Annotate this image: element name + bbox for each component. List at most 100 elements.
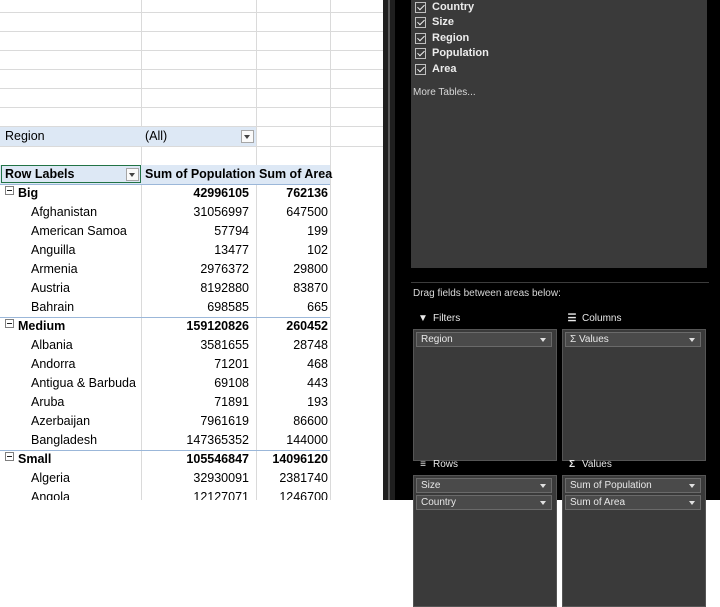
- row-gridline: [0, 12, 383, 13]
- pivot-item-row[interactable]: Antigua & Barbuda 69108 443: [0, 374, 383, 393]
- pivot-item-row[interactable]: Aruba 71891 193: [0, 393, 383, 412]
- filter-dropdown-icon[interactable]: [241, 130, 254, 143]
- collapse-icon[interactable]: [5, 186, 14, 195]
- area-value: 2381740: [279, 471, 328, 485]
- group-area: 260452: [286, 319, 328, 333]
- area-label: Filters: [433, 313, 461, 324]
- pivot-group-row[interactable]: Medium 159120826 260452: [0, 317, 383, 336]
- checkbox-checked-icon[interactable]: [415, 17, 426, 28]
- country-label: Azerbaijan: [31, 414, 91, 428]
- population-value: 31056997: [193, 205, 249, 219]
- country-label: Bahrain: [31, 300, 75, 314]
- country-label: Austria: [31, 281, 70, 295]
- row-gridline: [0, 31, 383, 32]
- values-item-sum-population[interactable]: Sum of Population: [565, 478, 701, 493]
- population-value: 698585: [207, 300, 249, 314]
- country-label: Algeria: [31, 471, 70, 485]
- field-label: Region: [432, 32, 470, 44]
- population-value: 147365352: [186, 433, 249, 447]
- row-gridline: [0, 146, 383, 147]
- population-value: 57794: [214, 224, 249, 238]
- drag-instructions: Drag fields between areas below:: [413, 288, 561, 299]
- group-label: Big: [18, 186, 39, 200]
- group-population: 105546847: [186, 452, 249, 466]
- population-value: 32930091: [193, 471, 249, 485]
- population-value: 69108: [214, 376, 249, 390]
- values-drop-zone[interactable]: Sum of Population Sum of Area: [562, 475, 706, 607]
- checkbox-checked-icon[interactable]: [415, 33, 426, 44]
- filters-drop-zone[interactable]: Region: [413, 329, 557, 461]
- area-label: Columns: [582, 313, 622, 324]
- area-value: 86600: [293, 414, 328, 428]
- area-value: 144000: [286, 433, 328, 447]
- row-gridline: [0, 88, 383, 89]
- population-value: 71201: [214, 357, 249, 371]
- population-value: 13477: [214, 243, 249, 257]
- pane-splitter[interactable]: [383, 0, 395, 500]
- collapse-icon[interactable]: [5, 452, 14, 461]
- pivot-item-row[interactable]: Armenia 2976372 29800: [0, 260, 383, 279]
- spreadsheet-grid[interactable]: Region (All) Row Labels Sum of Populatio…: [0, 0, 383, 500]
- field-label: Country: [432, 1, 475, 13]
- pivot-item-row[interactable]: Azerbaijan 7961619 86600: [0, 412, 383, 431]
- row-labels-dropdown-icon[interactable]: [126, 168, 139, 181]
- group-population: 159120826: [186, 319, 249, 333]
- chevron-down-icon[interactable]: [689, 338, 695, 342]
- pivot-filter-row[interactable]: Region (All): [0, 127, 256, 146]
- pivot-item-row[interactable]: Albania 3581655 28748: [0, 336, 383, 355]
- pivot-group-row[interactable]: Small 105546847 14096120: [0, 450, 383, 469]
- chevron-down-icon[interactable]: [540, 501, 546, 505]
- population-value: 2976372: [200, 262, 249, 276]
- country-label: Albania: [31, 338, 73, 352]
- more-tables-link[interactable]: More Tables...: [413, 87, 476, 98]
- checkbox-checked-icon[interactable]: [415, 64, 426, 75]
- collapse-icon[interactable]: [5, 319, 14, 328]
- pivot-field-list-pane: Country Size Region Population Area More…: [395, 0, 720, 607]
- values-area-header: Σ Values: [566, 459, 612, 473]
- area-value: 1246700: [279, 490, 328, 500]
- pivot-item-row[interactable]: Angola 12127071 1246700: [0, 488, 383, 500]
- splitter-bar: [388, 0, 390, 500]
- rows-drop-zone[interactable]: Size Country: [413, 475, 557, 607]
- pivot-item-row[interactable]: Algeria 32930091 2381740: [0, 469, 383, 488]
- chevron-down-icon[interactable]: [689, 501, 695, 505]
- pivot-item-row[interactable]: Austria 8192880 83870: [0, 279, 383, 298]
- sum-area-header: Sum of Area: [259, 167, 333, 181]
- pivot-item-row[interactable]: Anguilla 13477 102: [0, 241, 383, 260]
- area-value: 28748: [293, 338, 328, 352]
- area-value: 665: [307, 300, 328, 314]
- field-label: Population: [432, 47, 489, 59]
- chevron-down-icon[interactable]: [540, 484, 546, 488]
- pivot-item-row[interactable]: Bahrain 698585 665: [0, 298, 383, 317]
- pivot-group-row[interactable]: Big 42996105 762136: [0, 184, 383, 203]
- rows-item-country[interactable]: Country: [416, 495, 552, 510]
- values-item-sum-area[interactable]: Sum of Area: [565, 495, 701, 510]
- population-value: 12127071: [193, 490, 249, 500]
- row-labels-header[interactable]: Row Labels: [5, 167, 74, 181]
- pill-label: Σ Values: [570, 334, 609, 345]
- area-value: 443: [307, 376, 328, 390]
- country-label: Andorra: [31, 357, 76, 371]
- pivot-item-row[interactable]: American Samoa 57794 199: [0, 222, 383, 241]
- area-value: 199: [307, 224, 328, 238]
- filter-value[interactable]: (All): [145, 129, 167, 143]
- country-label: Armenia: [31, 262, 78, 276]
- checkbox-checked-icon[interactable]: [415, 48, 426, 59]
- pivot-item-row[interactable]: Andorra 71201 468: [0, 355, 383, 374]
- sum-population-header: Sum of Population: [145, 167, 256, 181]
- columns-drop-zone[interactable]: Σ Values: [562, 329, 706, 461]
- rows-icon: ≡: [420, 459, 426, 470]
- filter-label: Region: [5, 129, 45, 143]
- rows-item-size[interactable]: Size: [416, 478, 552, 493]
- rows-area-header: ≡ Rows: [417, 459, 458, 473]
- pivot-item-row[interactable]: Afghanistan 31056997 647500: [0, 203, 383, 222]
- filters-item-region[interactable]: Region: [416, 332, 552, 347]
- checkbox-checked-icon[interactable]: [415, 2, 426, 13]
- columns-item-values[interactable]: Σ Values: [565, 332, 701, 347]
- group-label: Medium: [18, 319, 66, 333]
- sigma-icon: Σ: [568, 459, 575, 470]
- pivot-item-row[interactable]: Bangladesh 147365352 144000: [0, 431, 383, 450]
- chevron-down-icon[interactable]: [689, 484, 695, 488]
- area-value: 29800: [293, 262, 328, 276]
- chevron-down-icon[interactable]: [540, 338, 546, 342]
